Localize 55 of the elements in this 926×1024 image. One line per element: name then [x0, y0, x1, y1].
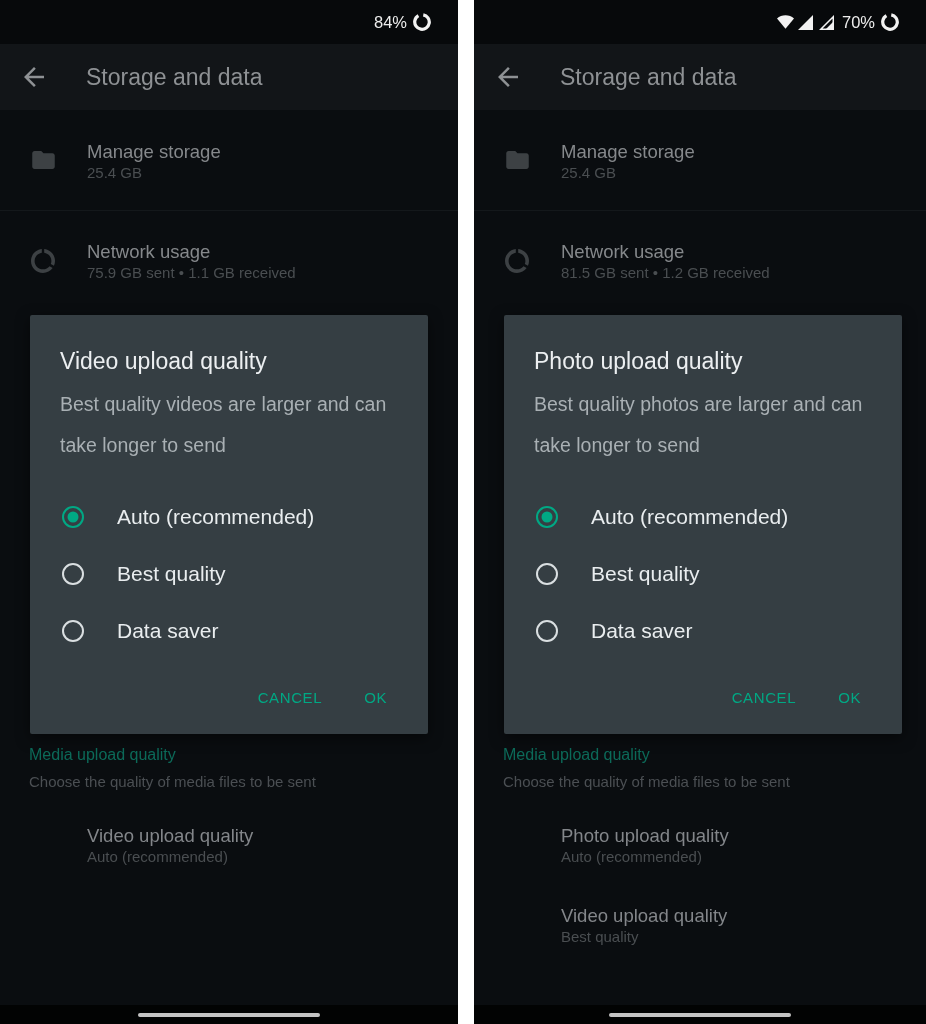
folder-icon — [31, 151, 55, 169]
battery-icon — [413, 13, 431, 31]
dialog-message: Best quality photos are larger and can take longer to send — [534, 392, 864, 458]
radio-option[interactable]: Data saver — [534, 602, 693, 659]
screen-title: Storage and data — [560, 63, 737, 91]
setting-subtitle: Best quality — [561, 927, 639, 947]
back-button[interactable] — [24, 67, 44, 87]
screen-title: Storage and data — [86, 63, 263, 91]
settings-item[interactable]: Network usage 75.9 GB sent • 1.1 GB received — [0, 210, 458, 310]
radio-option[interactable]: Data saver — [60, 602, 219, 659]
setting-title: Video upload quality — [561, 905, 728, 927]
home-indicator[interactable] — [138, 1012, 320, 1017]
setting-title: Network usage — [561, 241, 685, 263]
setting-title: Manage storage — [561, 140, 695, 163]
dialog-title: Video upload quality — [60, 349, 267, 373]
back-button[interactable] — [498, 67, 518, 87]
setting-subtitle: 25.4 GB — [87, 162, 143, 183]
battery-percentage: 84% — [373, 12, 407, 32]
data-usage-icon — [505, 248, 529, 273]
folder-icon — [505, 151, 529, 169]
section-description: Choose the quality of media files to be sent — [29, 772, 316, 792]
settings-item[interactable]: Photo upload quality Auto (recommended) — [474, 792, 926, 872]
radio-option[interactable]: Best quality — [60, 545, 226, 602]
section-header: Media upload quality — [29, 745, 176, 765]
radio-option[interactable]: Best quality — [534, 545, 700, 602]
radio-option[interactable]: Auto (recommended) — [60, 488, 315, 545]
dialog-button[interactable]: OK — [830, 679, 869, 715]
battery-percentage: 70% — [841, 12, 875, 32]
settings-item[interactable]: Video upload quality Auto (recommended) — [0, 792, 458, 872]
dialog-message: Best quality videos are larger and can take longer to send — [60, 392, 388, 458]
dialog-button[interactable]: CANCEL — [723, 679, 805, 715]
setting-subtitle: 75.9 GB sent • 1.1 GB received — [87, 263, 296, 283]
back-arrow-icon — [498, 67, 518, 87]
setting-subtitle: 25.4 GB — [561, 162, 617, 183]
settings-item[interactable]: Video upload quality Best quality — [474, 872, 926, 952]
home-indicator[interactable] — [609, 1012, 791, 1017]
dialog-button[interactable]: CANCEL — [249, 679, 331, 715]
battery-icon — [881, 13, 899, 31]
settings-item[interactable]: Manage storage 25.4 GB — [474, 110, 926, 210]
setting-title: Video upload quality — [87, 825, 254, 847]
setting-subtitle: Auto (recommended) — [87, 847, 228, 867]
data-usage-icon — [31, 248, 55, 273]
dialog-button[interactable]: OK — [356, 679, 395, 715]
settings-item[interactable]: Manage storage 25.4 GB — [0, 110, 458, 210]
setting-title: Photo upload quality — [561, 825, 729, 847]
dialog-title: Photo upload quality — [534, 349, 743, 373]
setting-subtitle: 81.5 GB sent • 1.2 GB received — [561, 263, 770, 283]
section-description: Choose the quality of media files to be sent — [503, 772, 790, 792]
radio-option[interactable]: Auto (recommended) — [534, 488, 789, 545]
setting-subtitle: Auto (recommended) — [561, 847, 702, 867]
back-arrow-icon — [24, 67, 44, 87]
setting-title: Network usage — [87, 241, 211, 263]
settings-item[interactable]: Network usage 81.5 GB sent • 1.2 GB received — [474, 210, 926, 310]
section-header: Media upload quality — [503, 745, 650, 765]
setting-title: Manage storage — [87, 140, 221, 163]
